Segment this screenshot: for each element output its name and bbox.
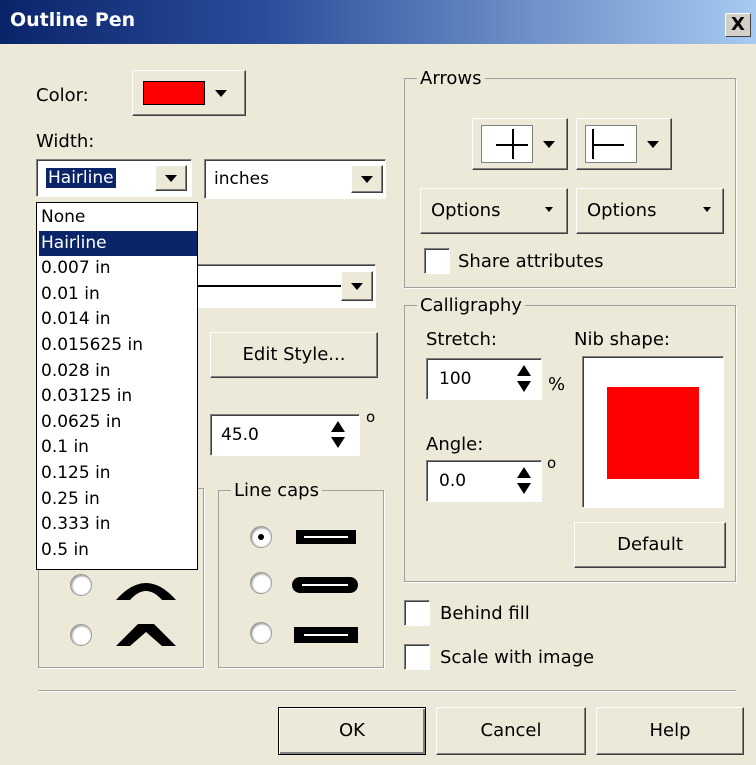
line-style-preview <box>197 285 341 287</box>
nib-shape <box>607 387 699 479</box>
width-value: Hairline <box>46 168 116 188</box>
bevel-corner-icon <box>116 624 176 646</box>
width-dropdown-list[interactable]: None Hairline 0.007 in 0.01 in 0.014 in … <box>36 202 198 570</box>
start-arrow-preview <box>481 125 533 163</box>
edit-style-button[interactable]: Edit Style... <box>210 332 378 378</box>
separator <box>38 690 736 692</box>
share-attributes-label: Share attributes <box>458 251 604 272</box>
butt-cap-icon <box>296 530 356 544</box>
units-value: inches <box>214 169 269 189</box>
width-option[interactable]: 0.007 in <box>39 256 197 282</box>
stretch-value: 100 <box>439 369 472 389</box>
line-style-combobox[interactable] <box>180 264 376 308</box>
color-picker-button[interactable] <box>132 70 246 116</box>
calligraphy-angle-value: 0.0 <box>439 471 467 491</box>
options-left-label: Options <box>431 200 501 221</box>
width-option[interactable]: 0.125 in <box>39 461 197 487</box>
chevron-down-icon <box>545 207 553 212</box>
scale-with-image-label: Scale with image <box>440 647 595 668</box>
chevron-down-icon <box>647 141 659 148</box>
units-combobox[interactable]: inches <box>204 159 386 199</box>
calligraphy-legend: Calligraphy <box>417 295 525 316</box>
help-button[interactable]: Help <box>596 707 744 755</box>
dialog-title: Outline Pen <box>10 9 136 31</box>
cap-butt-radio[interactable] <box>250 526 272 548</box>
round-corner-icon <box>116 583 176 600</box>
width-option[interactable]: 0.03125 in <box>39 384 197 410</box>
corner-round-radio[interactable] <box>70 574 92 596</box>
line-style-dropdown-button[interactable] <box>341 271 373 301</box>
behind-fill-label: Behind fill <box>440 603 530 624</box>
calligraphy-degree-symbol: o <box>547 454 557 472</box>
width-option[interactable]: 0.333 in <box>39 512 197 538</box>
calligraphy-angle-spinner[interactable] <box>511 463 537 499</box>
nib-shape-preview[interactable] <box>582 356 724 508</box>
color-swatch <box>143 81 205 105</box>
line-caps-legend: Line caps <box>231 480 322 501</box>
units-dropdown-button[interactable] <box>351 165 383 193</box>
width-option[interactable]: 0.01 in <box>39 282 197 308</box>
width-option[interactable]: 0.014 in <box>39 307 197 333</box>
degree-symbol: o <box>366 408 376 426</box>
width-option[interactable]: 0.25 in <box>39 487 197 513</box>
round-cap-icon <box>292 577 358 593</box>
calligraphy-angle-field[interactable]: 0.0 <box>426 460 542 502</box>
width-option[interactable]: 0.028 in <box>39 359 197 385</box>
default-button[interactable]: Default <box>574 522 726 568</box>
corner-angle-field[interactable]: 45.0 <box>210 414 360 456</box>
color-label: Color: <box>36 85 89 106</box>
width-label: Width: <box>36 131 95 152</box>
share-attributes-checkbox[interactable] <box>424 248 450 274</box>
width-option[interactable]: 0.5 in <box>39 538 197 564</box>
chevron-down-icon <box>215 90 227 97</box>
width-option-selected[interactable]: Hairline <box>39 230 197 257</box>
chevron-down-icon <box>351 283 363 290</box>
width-option[interactable]: 0.1 in <box>39 435 197 461</box>
behind-fill-checkbox[interactable] <box>404 600 430 626</box>
width-option[interactable]: 0.0625 in <box>39 410 197 436</box>
stretch-label: Stretch: <box>426 329 497 350</box>
corner-angle-value: 45.0 <box>221 425 259 445</box>
close-button[interactable]: X <box>725 13 751 37</box>
stretch-spinner[interactable] <box>511 361 537 397</box>
chevron-down-icon <box>361 176 373 183</box>
corner-bevel-radio[interactable] <box>70 624 92 646</box>
corner-angle-spinner[interactable] <box>325 417 351 453</box>
options-right-label: Options <box>587 200 657 221</box>
arrows-options-left-button[interactable]: Options <box>420 188 568 234</box>
ok-button[interactable]: OK <box>278 707 426 755</box>
width-dropdown-button[interactable] <box>155 165 187 191</box>
start-arrow-button[interactable] <box>472 118 568 170</box>
square-cap-icon <box>294 627 358 643</box>
chevron-down-icon <box>543 141 555 148</box>
width-combobox[interactable]: Hairline <box>36 159 192 197</box>
percent-symbol: % <box>548 374 566 395</box>
arrows-legend: Arrows <box>417 68 485 89</box>
nib-shape-label: Nib shape: <box>574 329 670 350</box>
cap-square-radio[interactable] <box>250 622 272 644</box>
stretch-field[interactable]: 100 <box>426 358 542 400</box>
scale-with-image-checkbox[interactable] <box>404 644 430 670</box>
end-arrow-preview <box>585 125 637 163</box>
width-option[interactable]: None <box>39 205 197 231</box>
width-option[interactable]: 0.015625 in <box>39 333 197 359</box>
chevron-down-icon <box>703 207 711 212</box>
cancel-button[interactable]: Cancel <box>436 707 586 755</box>
arrows-options-right-button[interactable]: Options <box>576 188 724 234</box>
cap-round-radio[interactable] <box>250 572 272 594</box>
end-arrow-button[interactable] <box>576 118 672 170</box>
calligraphy-angle-label: Angle: <box>426 434 484 455</box>
chevron-down-icon <box>165 175 177 182</box>
